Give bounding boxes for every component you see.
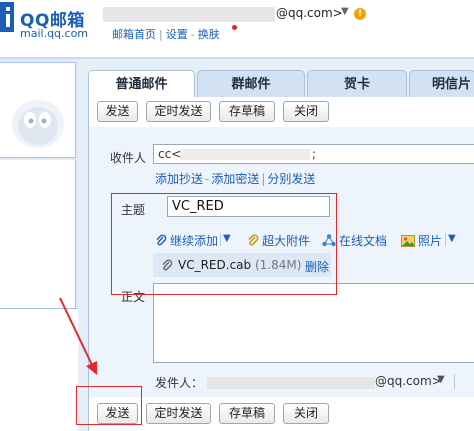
scheduled-send-button-top[interactable]: 定时发送 xyxy=(146,101,211,122)
account-domain[interactable]: @qq.com> xyxy=(276,6,343,20)
sidebar-folder-panel xyxy=(0,160,76,308)
send-separately-link[interactable]: 分别发送 xyxy=(267,172,315,186)
to-label: 收件人 xyxy=(110,151,147,165)
tab-postcard[interactable]: 明信片 xyxy=(409,70,474,97)
tab-greeting-card[interactable]: 贺卡 xyxy=(307,70,407,97)
send-button-top[interactable]: 发送 xyxy=(97,101,138,122)
top-nav: 邮箱首页 | 设置 - 换肤 xyxy=(112,26,220,42)
to-suffix: ; xyxy=(312,147,317,161)
account-menu-caret-icon[interactable]: ▼ xyxy=(341,6,349,17)
sender-domain[interactable]: @qq.com> xyxy=(375,374,442,388)
to-address-redacted xyxy=(180,149,310,160)
highlight-box-send xyxy=(76,386,142,425)
add-cc-link[interactable]: 添加抄送 xyxy=(155,172,203,186)
photo-icon xyxy=(401,235,415,247)
nav-skin[interactable]: 换肤 xyxy=(198,28,220,41)
save-draft-button-bottom[interactable]: 存草稿 xyxy=(219,403,275,424)
tab-normal-mail[interactable]: 普通邮件 xyxy=(88,70,195,98)
to-prefix: cc< xyxy=(158,147,182,161)
nav-separator: | xyxy=(159,28,163,41)
sender-address-redacted xyxy=(207,377,375,389)
link-separator: | xyxy=(261,172,266,186)
qq-penguin-icon xyxy=(12,100,64,148)
sender-label: 发件人： xyxy=(155,376,204,390)
notification-dot xyxy=(232,25,237,30)
save-draft-button-top[interactable]: 存草稿 xyxy=(219,101,275,122)
sidebar-bottom-panel xyxy=(0,308,80,431)
sender-dropdown-icon[interactable]: ▼ xyxy=(437,374,445,385)
photos-button[interactable]: 照片 xyxy=(401,232,442,249)
dropdown-arrow-icon[interactable]: ▼ xyxy=(448,233,456,244)
online-docs-label: 在线文档 xyxy=(339,234,388,248)
sender-divider xyxy=(454,374,455,389)
logo-subtitle: mail.qq.com xyxy=(20,27,89,40)
account-name-redacted xyxy=(103,7,275,22)
link-dash: - xyxy=(205,172,210,186)
body-editor[interactable] xyxy=(153,283,474,363)
close-button-bottom[interactable]: 关闭 xyxy=(283,403,329,424)
warning-icon[interactable]: ! xyxy=(354,8,366,20)
highlight-box-subject-attachment xyxy=(111,193,337,295)
nav-dash: - xyxy=(190,28,195,41)
tab-group-mail[interactable]: 群邮件 xyxy=(197,70,305,97)
recipient-links: 添加抄送 - 添加密送 | 分别发送 xyxy=(155,170,315,187)
photos-label: 照片 xyxy=(418,234,443,248)
scheduled-send-button-bottom[interactable]: 定时发送 xyxy=(146,403,211,424)
tool-divider xyxy=(445,233,446,246)
close-button-top[interactable]: 关闭 xyxy=(283,101,329,122)
add-bcc-link[interactable]: 添加密送 xyxy=(211,172,259,186)
nav-mail-home[interactable]: 邮箱首页 xyxy=(112,28,156,41)
qq-mail-logo-icon xyxy=(0,2,14,32)
nav-settings[interactable]: 设置 xyxy=(166,28,188,41)
